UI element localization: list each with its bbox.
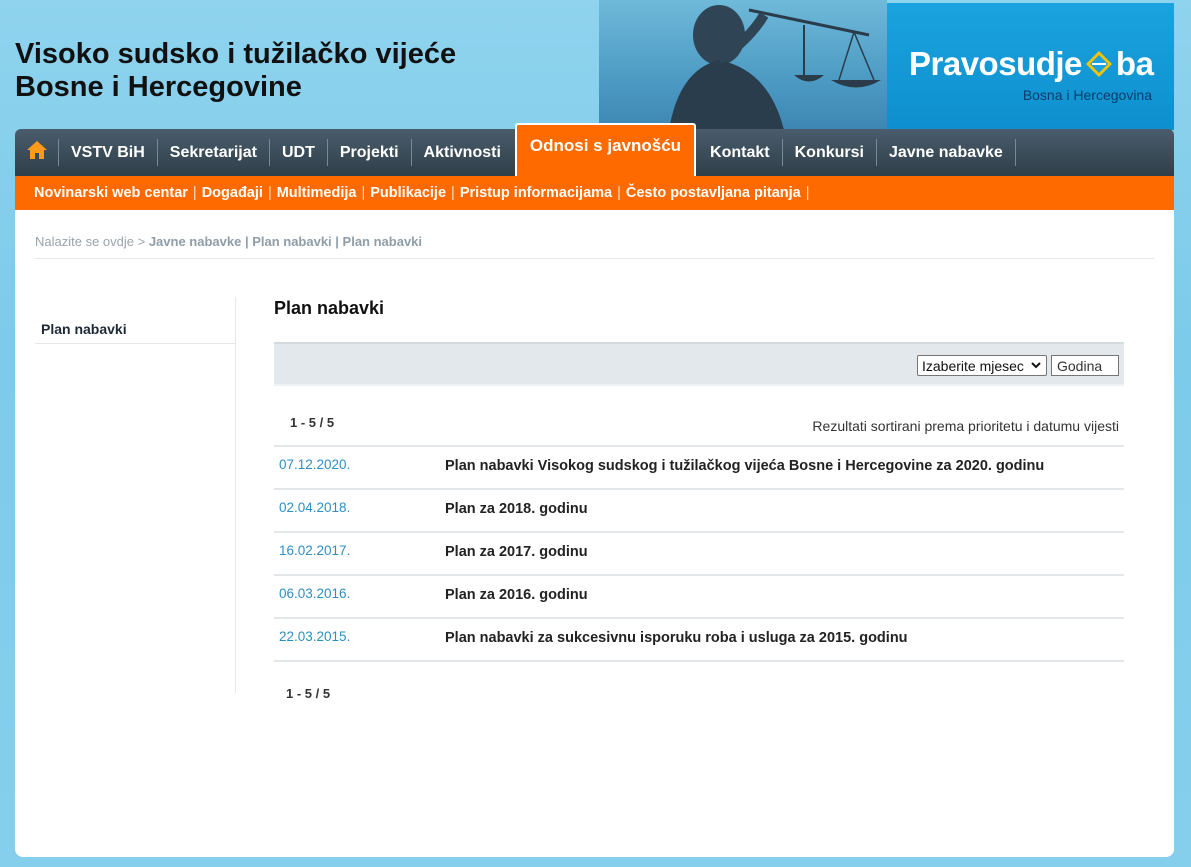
- subnav-separator: |: [192, 185, 197, 201]
- subnav-separator: |: [361, 185, 366, 201]
- site-title-line2: Bosne i Hercegovine: [15, 71, 302, 103]
- breadcrumb-path[interactable]: Javne nabavke | Plan nabavki | Plan naba…: [149, 234, 422, 249]
- list-item-date: 22.03.2015.: [279, 629, 351, 644]
- list-item-title-link[interactable]: Plan za 2016. godinu: [445, 587, 588, 603]
- pravosudje-logo[interactable]: Pravosudje ba Bosna i Hercegovina: [887, 3, 1174, 130]
- logo-text-left: Pravosudje: [909, 45, 1082, 82]
- subnav-item-dogadjaji[interactable]: Događaji: [202, 185, 263, 201]
- subnav-separator: |: [267, 185, 272, 201]
- news-list: 07.12.2020. Plan nabavki Visokog sudskog…: [274, 445, 1124, 662]
- content-panel: Nalazite se ovdje > Javne nabavke | Plan…: [15, 210, 1174, 857]
- sidebar-item-plan-nabavki[interactable]: Plan nabavki: [35, 319, 235, 344]
- subnav-item-novinarski-web-centar[interactable]: Novinarski web centar: [34, 185, 188, 201]
- justice-statue-image: [599, 0, 887, 130]
- nav-item-odnosi-s-javnoscu[interactable]: Odnosi s javnošću: [514, 123, 697, 176]
- logo-text-right: ba: [1115, 45, 1154, 82]
- list-item: 16.02.2017. Plan za 2017. godinu: [274, 533, 1124, 576]
- nav-item-udt[interactable]: UDT: [270, 139, 328, 166]
- breadcrumb: Nalazite se ovdje > Javne nabavke | Plan…: [35, 234, 1154, 259]
- home-icon: [26, 140, 48, 165]
- sub-nav: Novinarski web centar | Događaji | Multi…: [15, 176, 1174, 210]
- main-nav: VSTV BiH Sekretarijat UDT Projekti Aktiv…: [15, 123, 1174, 176]
- filter-bar: Izaberite mjesec Godina: [274, 342, 1124, 386]
- nav-item-konkursi[interactable]: Konkursi: [783, 139, 877, 166]
- breadcrumb-prefix: Nalazite se ovdje >: [35, 234, 146, 249]
- site-title-line1: Visoko sudsko i tužilačko vijeće: [15, 38, 457, 70]
- nav-item-vstv-bih[interactable]: VSTV BiH: [59, 139, 158, 166]
- subnav-separator: |: [451, 185, 455, 201]
- subnav-separator: |: [805, 185, 810, 201]
- list-item: 07.12.2020. Plan nabavki Visokog sudskog…: [274, 447, 1124, 490]
- subnav-item-cesto-postavljana-pitanja[interactable]: Često postavljana pitanja: [626, 185, 801, 201]
- list-item-date: 16.02.2017.: [279, 543, 351, 558]
- sidebar: Plan nabavki: [35, 297, 236, 693]
- nav-item-javne-nabavke[interactable]: Javne nabavke: [877, 139, 1016, 166]
- sort-note: Rezultati sortirani prema prioritetu i d…: [812, 418, 1119, 434]
- subnav-item-publikacije[interactable]: Publikacije: [370, 185, 446, 201]
- pager-top: 1 - 5 / 5: [290, 415, 335, 430]
- month-select[interactable]: Izaberite mjesec: [917, 355, 1047, 376]
- main-content: Plan nabavki Izaberite mjesec Godina 1 -…: [274, 297, 1124, 701]
- month-select-value: Izaberite mjesec: [922, 357, 1024, 374]
- list-item-date: 07.12.2020.: [279, 457, 351, 472]
- chevron-down-icon: [1030, 359, 1042, 374]
- list-item: 06.03.2016. Plan za 2016. godinu: [274, 576, 1124, 619]
- logo-scale-icon: [1084, 49, 1114, 79]
- list-item-title-link[interactable]: Plan za 2017. godinu: [445, 544, 588, 560]
- subnav-item-multimedija[interactable]: Multimedija: [277, 185, 357, 201]
- list-item-date: 06.03.2016.: [279, 586, 351, 601]
- nav-item-projekti[interactable]: Projekti: [328, 139, 412, 166]
- list-item-date: 02.04.2018.: [279, 500, 351, 515]
- site-title[interactable]: Visoko sudsko i tužilačko vijeće Bosne i…: [15, 38, 456, 104]
- list-item: 22.03.2015. Plan nabavki za sukcesivnu i…: [274, 619, 1124, 662]
- pager-bottom: 1 - 5 / 5: [286, 686, 331, 701]
- nav-item-sekretarijat[interactable]: Sekretarijat: [158, 139, 270, 166]
- site-header: Visoko sudsko i tužilačko vijeće Bosne i…: [0, 0, 1191, 130]
- year-input[interactable]: Godina: [1051, 355, 1119, 376]
- logo-subtitle: Bosna i Hercegovina: [1022, 87, 1152, 103]
- list-item-title-link[interactable]: Plan za 2018. godinu: [445, 501, 588, 517]
- subnav-item-pristup-informacijama[interactable]: Pristup informacijama: [460, 185, 612, 201]
- list-item-title-link[interactable]: Plan nabavki za sukcesivnu isporuku roba…: [445, 630, 908, 646]
- page-title: Plan nabavki: [274, 298, 385, 318]
- list-item: 02.04.2018. Plan za 2018. godinu: [274, 490, 1124, 533]
- list-item-title-link[interactable]: Plan nabavki Visokog sudskog i tužilačko…: [445, 458, 1044, 474]
- subnav-separator: |: [617, 185, 621, 201]
- nav-item-aktivnosti[interactable]: Aktivnosti: [412, 139, 513, 166]
- nav-home-button[interactable]: [15, 139, 59, 166]
- nav-item-kontakt[interactable]: Kontakt: [698, 139, 783, 166]
